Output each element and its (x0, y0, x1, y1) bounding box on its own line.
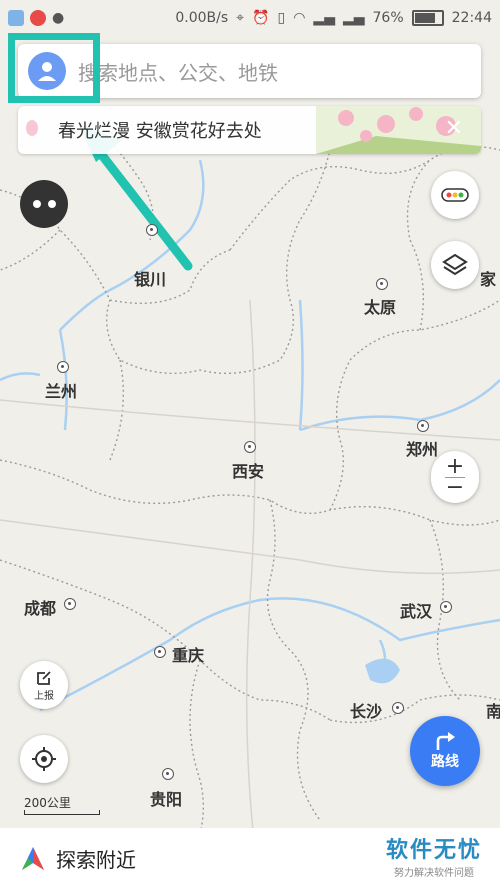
layers-button[interactable] (431, 241, 479, 289)
city-marker-wuhan (440, 601, 452, 613)
city-marker-zhengzhou (417, 420, 429, 432)
location-icon: ⌖ (236, 10, 245, 26)
more-options-button[interactable] (20, 180, 68, 228)
search-placeholder[interactable]: 搜索地点、公交、地铁 (78, 57, 278, 86)
city-label-partial-bottom-right: 南 (486, 702, 500, 721)
city-label-taiyuan[interactable]: 太原 (364, 294, 396, 318)
route-button[interactable]: 路线 (410, 716, 480, 786)
city-marker-chongqing (154, 646, 166, 658)
target-app-icon (30, 10, 46, 26)
status-bar-system: 0.00B/s ⌖ ⏰ ▯ ◠ ▂▄ ▂▄ 76% 22:44 (175, 10, 492, 26)
dot-icon (47, 200, 56, 208)
city-label-guiyang[interactable]: 贵阳 (150, 786, 182, 810)
wifi-icon: ◠ (293, 10, 306, 26)
city-label-chengdu[interactable]: 成都 (24, 595, 56, 619)
report-button[interactable]: 上报 (20, 661, 68, 709)
city-label-chongqing[interactable]: 重庆 (172, 642, 204, 666)
network-speed: 0.00B/s (175, 10, 229, 26)
city-label-wuhan[interactable]: 武汉 (400, 598, 432, 622)
promo-banner[interactable]: 春光烂漫 安徽赏花好去处 ✕ (18, 106, 481, 154)
traffic-light-icon (441, 188, 469, 202)
zoom-out-icon[interactable]: − (446, 476, 464, 498)
dot-icon (32, 200, 41, 208)
signal-2-icon: ▂▄ (342, 10, 365, 26)
city-label-yinchuan[interactable]: 银川 (134, 266, 166, 290)
signal-icon: ▂▄ (313, 10, 335, 26)
watermark-subtitle: 努力解决软件问题 (393, 868, 474, 879)
scale-label: 200公里 (24, 796, 71, 810)
city-label-lanzhou[interactable]: 兰州 (45, 378, 77, 402)
petal-icon (26, 120, 38, 136)
vibrate-icon: ▯ (277, 10, 286, 26)
turn-arrow-icon (436, 732, 455, 750)
layers-icon (442, 253, 468, 276)
city-marker-guiyang (162, 768, 174, 780)
report-label: 上报 (34, 690, 54, 702)
locate-button[interactable] (20, 735, 68, 783)
city-marker-yinchuan (146, 224, 158, 236)
status-bar-notifications: ● (8, 10, 64, 26)
alarm-icon: ⏰ (252, 10, 270, 26)
city-label-changsha[interactable]: 长沙 (350, 698, 382, 722)
qq-penguin-icon: ● (52, 10, 65, 26)
city-marker-xian (244, 441, 256, 453)
watermark: 软件无忧 努力解决软件问题 (386, 832, 482, 879)
traffic-button[interactable] (431, 171, 479, 219)
battery-percent: 76% (372, 10, 404, 26)
city-label-partial-right: 家 (480, 270, 497, 289)
scale-bar (24, 810, 100, 815)
city-marker-chengdu (64, 598, 76, 610)
clock: 22:44 (451, 10, 492, 26)
city-label-xian[interactable]: 西安 (232, 458, 264, 482)
watermark-title: 软件无忧 (385, 838, 482, 863)
shield-app-icon (8, 10, 24, 26)
city-label-zhengzhou[interactable]: 郑州 (406, 436, 438, 460)
close-banner-icon[interactable]: ✕ (445, 116, 463, 141)
crosshair-icon (32, 747, 56, 771)
explore-nearby-icon (22, 846, 44, 870)
city-marker-lanzhou (57, 361, 69, 373)
banner-text[interactable]: 春光烂漫 安徽赏花好去处 (58, 117, 262, 143)
tutorial-highlight-box (8, 33, 100, 103)
city-marker-changsha (392, 702, 404, 714)
city-marker-taiyuan (376, 278, 388, 290)
edit-icon (37, 670, 51, 685)
route-label: 路线 (431, 754, 459, 770)
zoom-in-icon[interactable]: + (446, 455, 464, 477)
explore-nearby-label[interactable]: 探索附近 (56, 844, 136, 873)
status-bar: ● 0.00B/s ⌖ ⏰ ▯ ◠ ▂▄ ▂▄ 76% 22:44 (0, 0, 500, 36)
battery-icon (411, 10, 444, 26)
zoom-control[interactable]: + − (431, 451, 479, 503)
